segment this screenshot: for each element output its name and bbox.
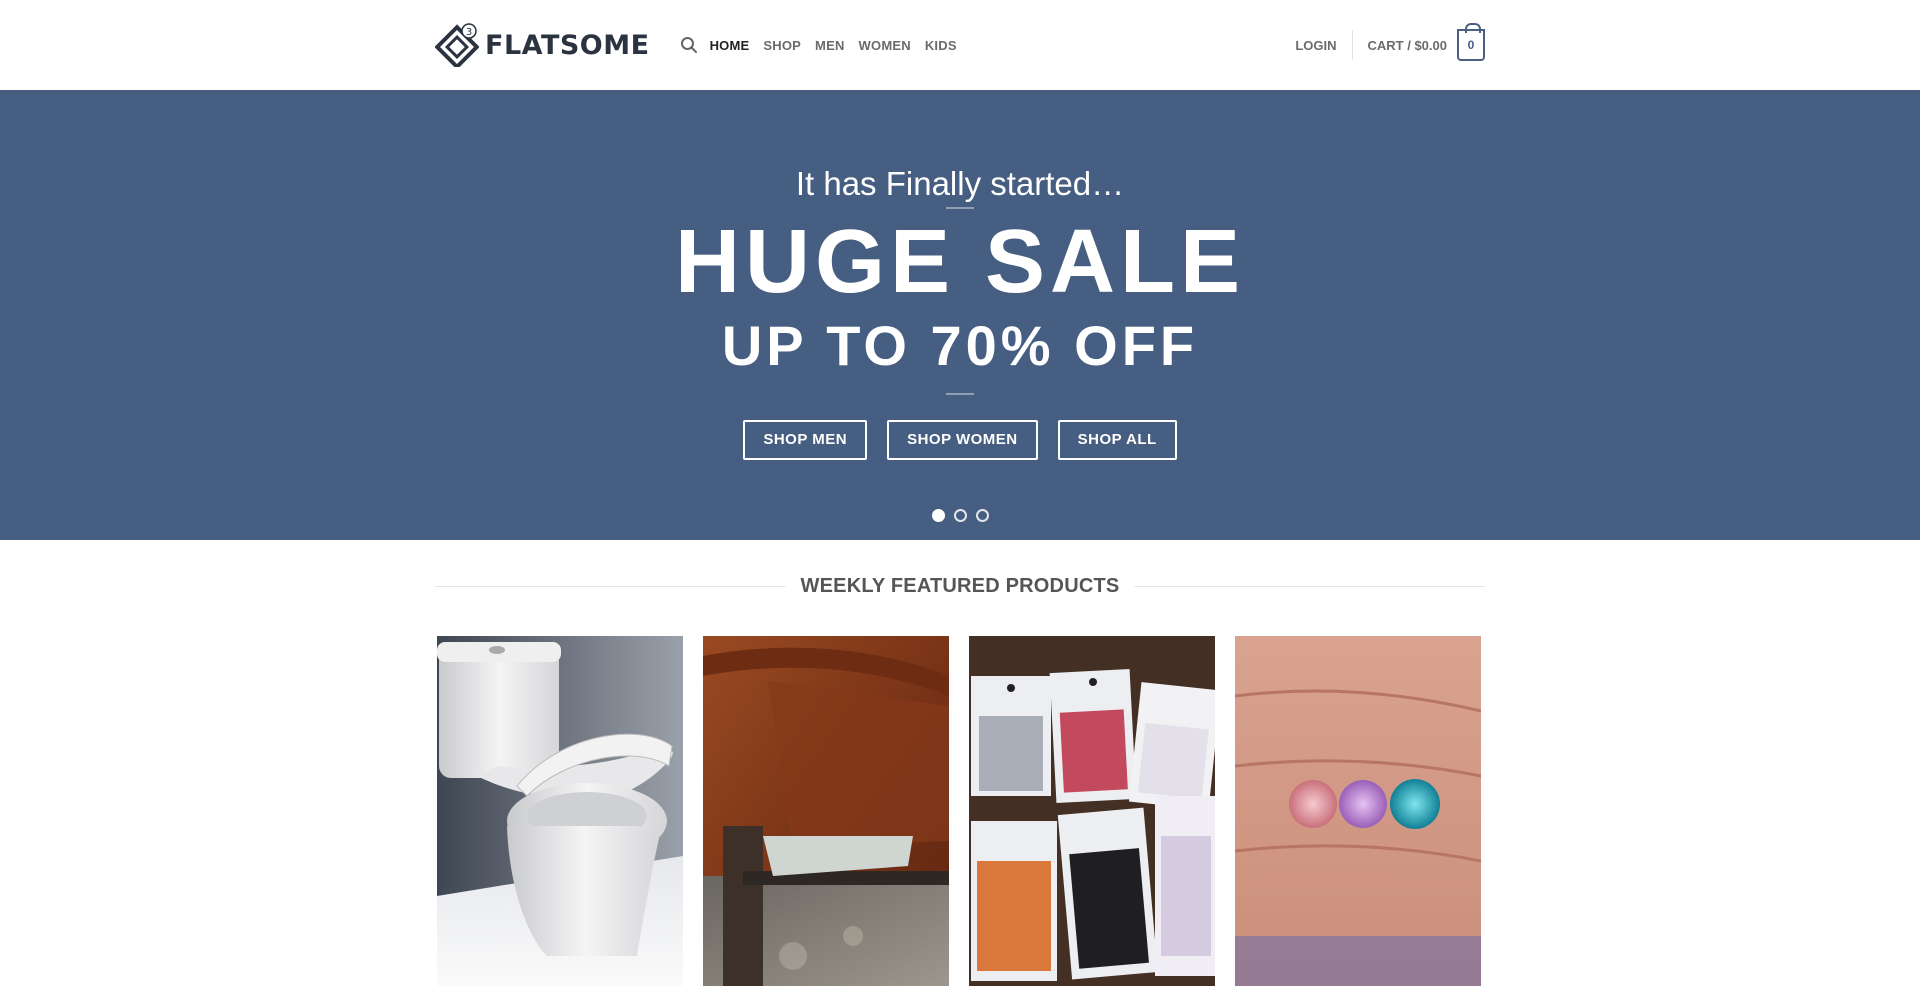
hero-title: HUGE SALE: [674, 212, 1246, 312]
slider-dot-3[interactable]: [975, 509, 989, 522]
logo-badge: 3: [466, 27, 472, 38]
search-icon[interactable]: [680, 36, 698, 54]
flatsome-logo-icon: 3: [434, 23, 480, 70]
title-rule-left: [435, 585, 786, 587]
shop-men-button[interactable]: SHOP MEN: [743, 420, 868, 460]
hero-divider-top: [946, 207, 974, 209]
slider-dot-2[interactable]: [953, 509, 967, 522]
logo-text: FLATSOME: [485, 29, 650, 61]
header-inner: 3 FLATSOME HOME SHOP MEN WOMEN KIDS LOGI…: [434, 0, 1485, 90]
header-actions: LOGIN CART / $0.00 0: [1295, 23, 1485, 61]
product-card[interactable]: [1235, 636, 1481, 986]
product-image-gemstones: [1235, 636, 1481, 986]
product-card[interactable]: [703, 636, 949, 986]
site-header: 3 FLATSOME HOME SHOP MEN WOMEN KIDS LOGI…: [0, 0, 1920, 90]
product-card[interactable]: [437, 636, 683, 986]
slider-dot-1[interactable]: [931, 509, 945, 522]
nav-home[interactable]: HOME: [710, 38, 750, 53]
hero-subtitle: It has Finally started…: [795, 165, 1125, 202]
cart-link[interactable]: CART / $0.00: [1368, 38, 1447, 53]
shop-women-button[interactable]: SHOP WOMEN: [887, 420, 1038, 460]
header-divider: [1351, 30, 1353, 60]
product-image-toilet: [437, 636, 683, 986]
product-image-glitter-bags: [969, 636, 1215, 986]
featured-section-header: WEEKLY FEATURED PRODUCTS: [435, 570, 1485, 602]
slider-dots: [0, 509, 1920, 522]
title-rule-right: [1134, 585, 1485, 587]
hero-buttons: SHOP MEN SHOP WOMEN SHOP ALL: [0, 420, 1920, 460]
logo[interactable]: 3 FLATSOME: [434, 23, 650, 70]
hero-subheading: UP TO 70% OFF: [721, 314, 1199, 377]
product-grid: [437, 636, 1481, 986]
hero-banner: It has Finally started… HUGE SALE UP TO …: [0, 90, 1920, 540]
main-nav: HOME SHOP MEN WOMEN KIDS: [710, 38, 971, 53]
product-image-wooden-furniture: [703, 636, 949, 986]
login-link[interactable]: LOGIN: [1295, 38, 1351, 53]
nav-kids[interactable]: KIDS: [925, 38, 957, 53]
shop-all-button[interactable]: SHOP ALL: [1057, 420, 1177, 460]
cart-bag-icon[interactable]: 0: [1457, 23, 1485, 61]
hero-divider-bottom: [946, 393, 974, 395]
product-card[interactable]: [969, 636, 1215, 986]
nav-shop[interactable]: SHOP: [763, 38, 801, 53]
nav-women[interactable]: WOMEN: [859, 38, 911, 53]
nav-men[interactable]: MEN: [815, 38, 845, 53]
section-title: WEEKLY FEATURED PRODUCTS: [800, 574, 1120, 597]
